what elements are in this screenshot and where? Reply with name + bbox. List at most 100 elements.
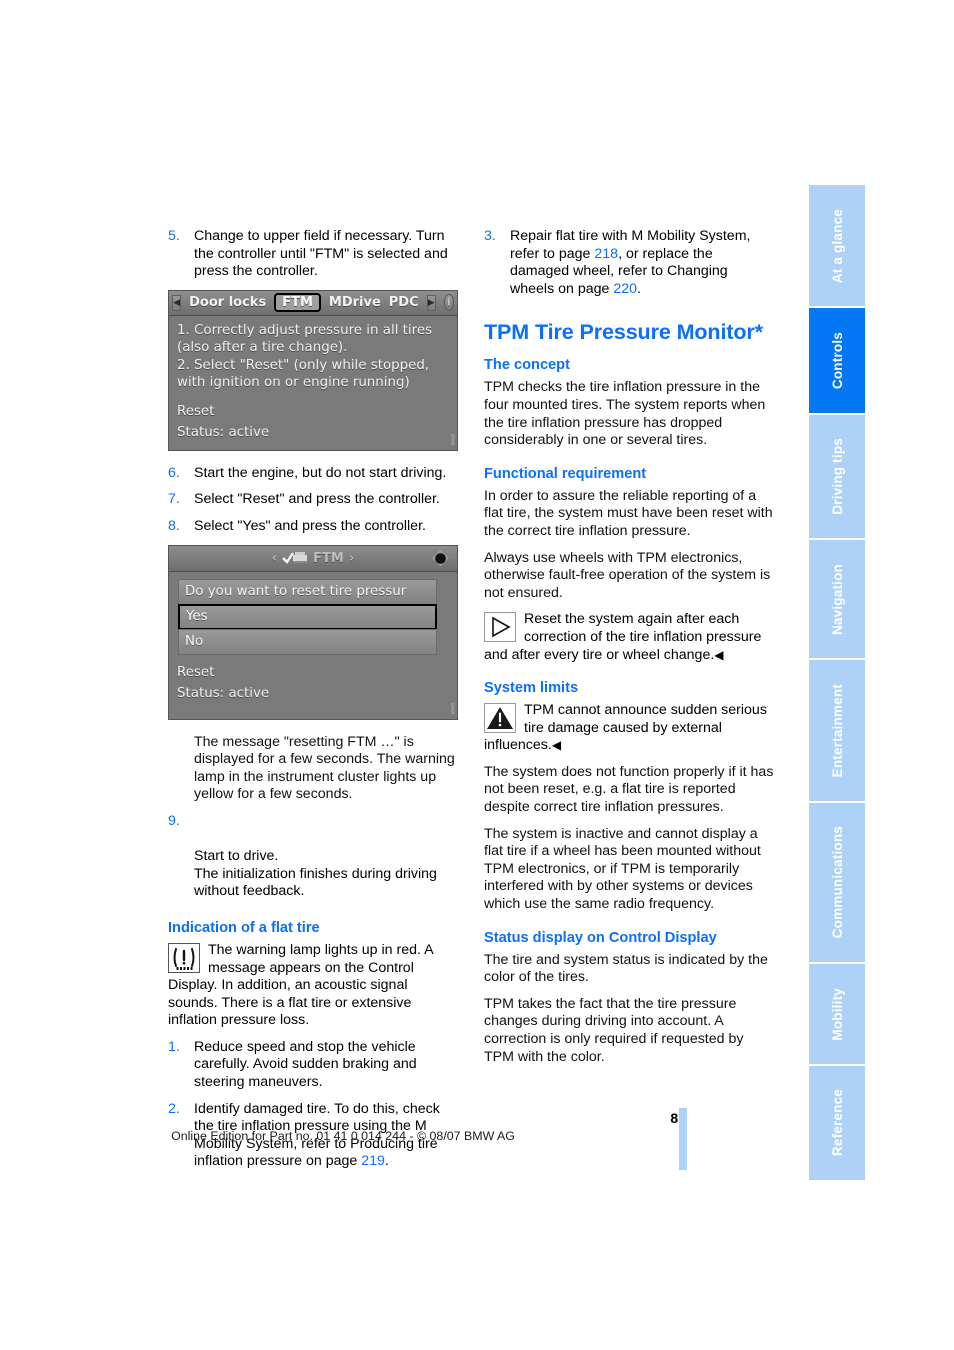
instruction-line-3: 2. Select "Reset" (only while stopped,	[177, 357, 430, 373]
step-number: 3.	[484, 228, 496, 244]
system-limits-warning-note: TPM cannot announce sudden serious tire …	[484, 702, 774, 755]
index-tab-navigation[interactable]: Navigation	[809, 540, 865, 659]
info-icon: i	[443, 294, 454, 312]
index-tab-label: Navigation	[829, 563, 845, 635]
index-tab-entertainment[interactable]: Entertainment	[809, 660, 865, 801]
tire-check-icon	[282, 552, 308, 564]
system-limits-warning-text: TPM cannot announce sudden serious tire …	[484, 702, 767, 754]
flat-tire-warning-text: The warning lamp lights up in red. A mes…	[168, 941, 433, 1029]
index-tab-communications[interactable]: Communications	[809, 802, 865, 963]
index-tab-mobility[interactable]: Mobility	[809, 964, 865, 1064]
procedure-step-9: 9. Start to drive. The initialization fi…	[168, 813, 458, 901]
manual-page: At a glance Controls Driving tips Naviga…	[0, 0, 954, 1350]
index-tab-label: Communications	[829, 826, 845, 939]
step-text: Reduce speed and stop the vehicle carefu…	[194, 1038, 417, 1091]
status-display-paragraph-2: TPM takes the fact that the tire pressur…	[484, 995, 744, 1065]
step-number: 7.	[168, 491, 180, 508]
index-tab-reference[interactable]: Reference	[809, 1065, 865, 1181]
tire-pressure-warning-lamp-icon	[168, 942, 200, 975]
dialog-list: Do you want to reset tire pressur Yes No	[169, 572, 457, 658]
right-text-column: 3. Repair flat tire with M Mobility Syste…	[484, 228, 774, 1075]
index-tab-label: At a glance	[829, 208, 845, 283]
dialog-footer-info: Reset Status: active	[169, 658, 457, 711]
step-text: Select "Reset" and press the controller.	[194, 491, 440, 508]
note-end-marker: ◀	[714, 647, 724, 662]
menu-item-door-locks: Door locks	[189, 295, 267, 311]
step-number: 1.	[168, 1038, 180, 1055]
heading-system-limits: System limits	[484, 680, 579, 697]
instruction-line-1: 1. Correctly adjust pressure in all tire…	[177, 322, 433, 338]
step-text: Change to upper field if necessary. Turn…	[194, 228, 448, 280]
resetting-message-text: The message "resetting FTM …" is display…	[194, 733, 455, 803]
control-display-screenshot-reset-dialog: ‹ FTM › Do you want to reset tire pressu…	[168, 544, 458, 720]
index-tab-label: Reference	[829, 1089, 845, 1157]
left-text-column: 5. Change to upper field if necessary. T…	[168, 228, 458, 1180]
dialog-title-text: FTM	[313, 550, 344, 566]
instruction-line-4: with ignition on or engine running)	[177, 375, 410, 391]
page-reference-219[interactable]: 219	[361, 1153, 385, 1169]
concept-paragraph: TPM checks the tire inflation pressure i…	[484, 379, 766, 449]
heading-indication-of-flat-tire: Indication of a flat tire	[168, 919, 320, 936]
functional-paragraph-2: Always use wheels with TPM electronics, …	[484, 549, 771, 601]
step-text: Start to drive. The initialization finis…	[194, 848, 437, 900]
step-number: 6.	[168, 464, 180, 481]
dialog-option-yes[interactable]: Yes	[178, 603, 437, 630]
flat-tire-warning-note: The warning lamp lights up in red. A mes…	[168, 942, 458, 1030]
title-left-arrow-icon: ‹	[271, 550, 278, 566]
page-title: TPM Tire Pressure Monitor*	[484, 320, 763, 345]
control-display-menubar: ◀ Door locks FTM MDrive PDC ▶ i	[169, 290, 457, 316]
flat-tire-actions: 1. Reduce speed and stop the vehicle car…	[168, 1039, 458, 1171]
step-text: Select "Yes" and press the controller.	[194, 517, 426, 534]
system-limits-paragraph-1: The system does not function properly if…	[484, 763, 774, 816]
reset-entry: Reset	[177, 664, 215, 680]
index-tab-controls[interactable]: Controls	[809, 308, 865, 413]
dialog-option-no[interactable]: No	[178, 628, 437, 655]
step-item-7: 7. Select "Reset" and press the controll…	[168, 491, 458, 509]
step-text-part3: .	[637, 280, 641, 297]
step-item-8: 8. Select "Yes" and press the controller…	[168, 518, 458, 536]
step-item-9: 9. Start to drive. The initialization fi…	[168, 813, 458, 901]
image-watermark: BMW	[450, 702, 455, 715]
control-display-body: 1. Correctly adjust pressure in all tire…	[169, 316, 457, 450]
step-text: Start the engine, but do not start drivi…	[194, 464, 447, 481]
note-triangle-icon	[484, 612, 516, 644]
heading-functional-requirement: Functional requirement	[484, 465, 647, 482]
procedure-steps-6-8: 6. Start the engine, but do not start dr…	[168, 465, 458, 536]
dialog-title: ‹ FTM ›	[272, 551, 354, 566]
page-number: 87	[0, 1110, 686, 1126]
step-item-3: 3. Repair flat tire with M Mobility Syste…	[484, 228, 774, 298]
index-tab-label: Entertainment	[829, 683, 845, 778]
control-display-screenshot-ftm-menu: ◀ Door locks FTM MDrive PDC ▶ i 1. Corre…	[168, 289, 458, 451]
status-entry: Status: active	[177, 425, 270, 441]
index-tab-label: Driving tips	[829, 438, 845, 515]
warning-triangle-icon	[484, 703, 516, 735]
title-right-arrow-icon: ›	[348, 550, 355, 566]
page-reference-220[interactable]: 220	[613, 281, 637, 297]
page-reference-218[interactable]: 218	[594, 246, 618, 262]
footer-edition-note: Online Edition for Part no. 01 41 0 014 …	[171, 1129, 515, 1143]
procedure-steps-continued: 5. Change to upper field if necessary. T…	[168, 228, 458, 281]
reset-entry: Reset	[177, 403, 215, 419]
index-tab-label: Controls	[829, 331, 845, 389]
menu-item-pdc: PDC	[388, 295, 419, 311]
index-tab-label: Mobility	[829, 987, 845, 1041]
step-number: 5.	[168, 228, 180, 244]
menu-item-mdrive: MDrive	[328, 295, 381, 311]
procedure-step-3: 3. Repair flat tire with M Mobility Syste…	[484, 228, 774, 298]
reset-reminder-note: Reset the system again after each correc…	[484, 611, 774, 664]
heading-status-display: Status display on Control Display	[484, 929, 717, 946]
heading-the-concept: The concept	[484, 357, 570, 374]
menu-item-ftm-selected: FTM	[274, 293, 321, 313]
status-display-paragraph-1: The tire and system status is indicated …	[484, 951, 768, 986]
index-tab-at-a-glance[interactable]: At a glance	[809, 185, 865, 307]
step-text-after: .	[384, 1153, 389, 1170]
right-arrow-icon: ▶	[426, 294, 436, 311]
step-item-6: 6. Start the engine, but do not start dr…	[168, 465, 458, 483]
instruction-line-2: (also after a tire change).	[177, 340, 348, 356]
flat-step-item-1: 1. Reduce speed and stop the vehicle car…	[168, 1039, 458, 1092]
control-display-titlebar: ‹ FTM ›	[169, 545, 457, 572]
dialog-question-row: Do you want to reset tire pressur	[178, 578, 437, 605]
step-number: 8.	[168, 517, 180, 534]
index-tab-driving-tips[interactable]: Driving tips	[809, 414, 865, 539]
functional-paragraph-1: In order to assure the reliable reportin…	[484, 487, 773, 539]
